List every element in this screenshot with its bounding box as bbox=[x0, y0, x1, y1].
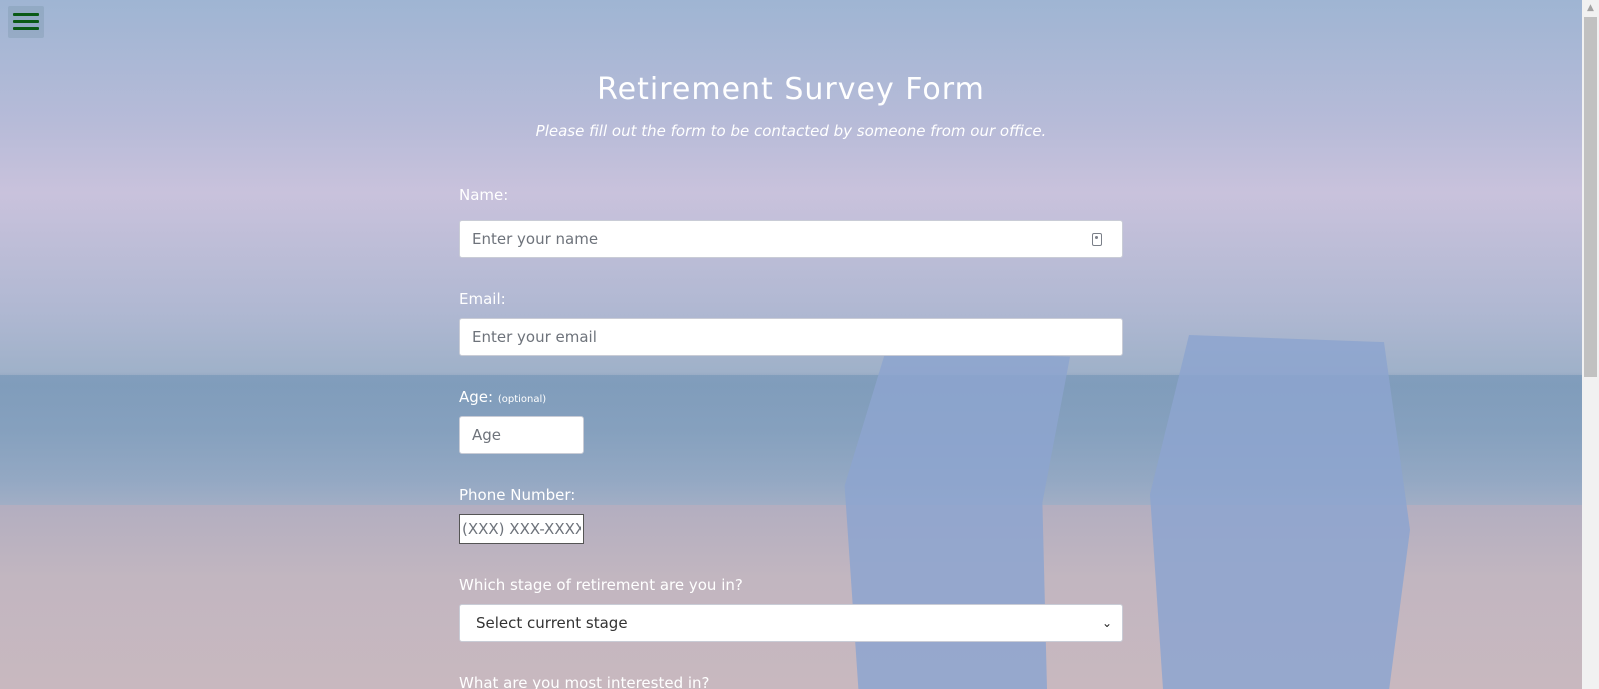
email-label: Email: bbox=[459, 290, 506, 308]
contact-card-icon[interactable] bbox=[1092, 233, 1102, 246]
scrollbar-thumb[interactable] bbox=[1584, 17, 1597, 377]
scroll-up-arrow-icon[interactable]: ▲ bbox=[1582, 0, 1599, 17]
age-label-text: Age: bbox=[459, 388, 494, 406]
email-input[interactable] bbox=[459, 318, 1123, 356]
scrollbar[interactable]: ▲ bbox=[1582, 0, 1599, 689]
interest-label: What are you most interested in? bbox=[459, 674, 710, 689]
beach-chair-right bbox=[1150, 335, 1410, 689]
age-input[interactable] bbox=[459, 416, 584, 454]
phone-input[interactable] bbox=[459, 514, 584, 544]
page: Retirement Survey Form Please fill out t… bbox=[0, 0, 1599, 689]
chevron-down-icon: ⌄ bbox=[1101, 616, 1112, 630]
page-title: Retirement Survey Form bbox=[597, 72, 985, 108]
phone-label: Phone Number: bbox=[459, 486, 576, 504]
age-optional-note: (optional) bbox=[497, 394, 547, 405]
stage-label: Which stage of retirement are you in? bbox=[459, 576, 743, 594]
stage-select[interactable]: Select current stage ⌄ bbox=[459, 604, 1123, 642]
name-input[interactable] bbox=[459, 220, 1123, 258]
hamburger-menu-icon[interactable] bbox=[8, 6, 44, 38]
name-label: Name: bbox=[459, 186, 509, 204]
age-label: Age: (optional) bbox=[459, 388, 546, 406]
page-subtitle: Please fill out the form to be contacted… bbox=[535, 122, 1047, 140]
stage-selected-value: Select current stage bbox=[476, 614, 628, 632]
